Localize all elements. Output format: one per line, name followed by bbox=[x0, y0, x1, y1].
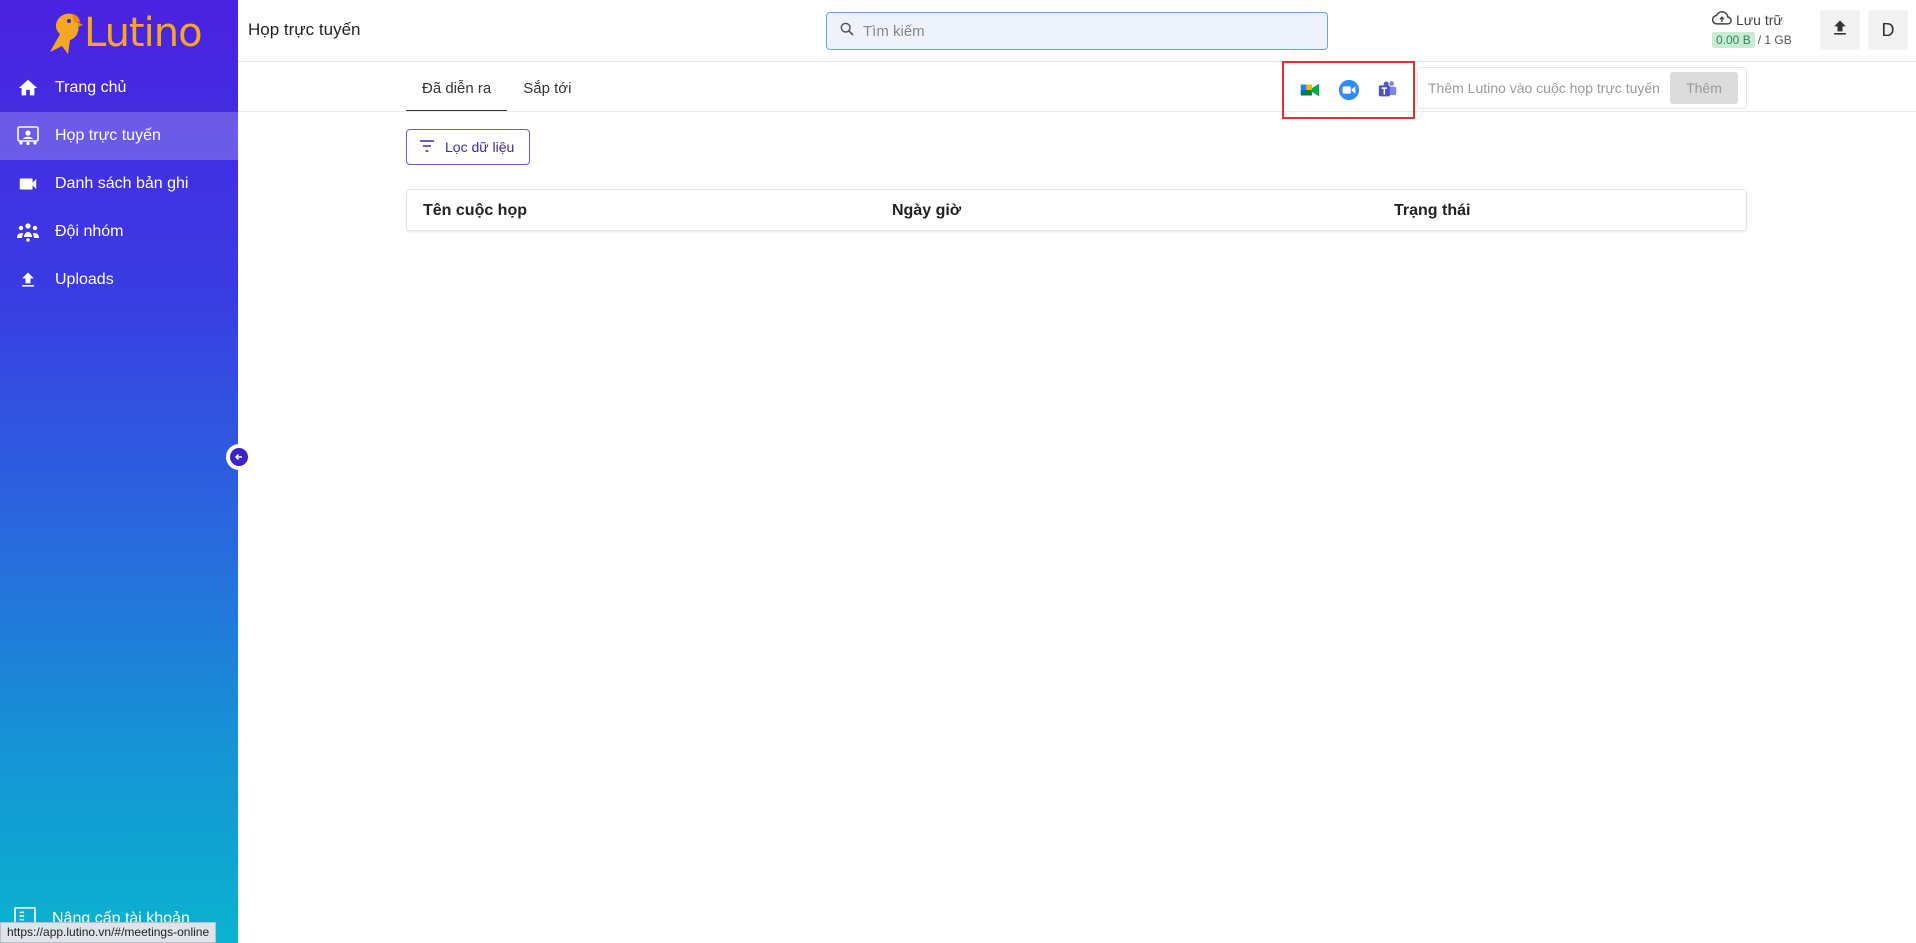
sidebar-item-home[interactable]: Trang chủ bbox=[0, 64, 238, 112]
storage-used: 0.00 B bbox=[1712, 32, 1755, 48]
search-box[interactable] bbox=[826, 12, 1328, 50]
zoom-icon[interactable] bbox=[1337, 78, 1361, 102]
tab-past[interactable]: Đã diễn ra bbox=[406, 64, 508, 112]
column-date-time[interactable]: Ngày giờ bbox=[892, 202, 961, 220]
sidebar-nav: Trang chủ Họp trực tuyến Danh sách bản g… bbox=[0, 64, 238, 304]
column-meeting-name[interactable]: Tên cuộc họp bbox=[423, 202, 527, 220]
search-icon bbox=[839, 21, 855, 42]
logo[interactable]: Lutino bbox=[42, 8, 203, 58]
tab-upcoming[interactable]: Sắp tới bbox=[507, 64, 587, 112]
cloud-upload-icon bbox=[1711, 10, 1732, 29]
video-camera-icon bbox=[16, 172, 40, 196]
meeting-icon bbox=[16, 124, 40, 148]
sidebar-item-recordings[interactable]: Danh sách bản ghi bbox=[0, 160, 238, 208]
microsoft-teams-icon[interactable] bbox=[1376, 78, 1400, 102]
collapse-sidebar-button[interactable] bbox=[226, 444, 252, 470]
sidebar-item-label: Danh sách bản ghi bbox=[55, 175, 189, 192]
upload-icon bbox=[16, 268, 40, 292]
sidebar-item-label: Họp trực tuyến bbox=[55, 127, 161, 144]
column-status[interactable]: Trạng thái bbox=[1394, 202, 1470, 220]
parrot-logo-icon bbox=[42, 10, 84, 56]
filter-icon bbox=[419, 139, 435, 156]
storage-label: Lưu trữ bbox=[1736, 11, 1783, 28]
add-bot-button[interactable]: Thêm bbox=[1670, 72, 1738, 104]
sidebar: Lutino Trang chủ Họp trực tuyến Danh sác… bbox=[0, 0, 238, 943]
upload-icon bbox=[1830, 18, 1850, 43]
page-title: Họp trực tuyến bbox=[248, 20, 361, 39]
sidebar-item-label: Đội nhóm bbox=[55, 223, 124, 240]
meeting-link-input[interactable] bbox=[1428, 80, 1664, 96]
sidebar-item-label: Trang chủ bbox=[55, 79, 127, 96]
google-meet-icon[interactable] bbox=[1298, 78, 1322, 102]
home-icon bbox=[16, 76, 40, 100]
arrow-left-icon bbox=[230, 448, 248, 466]
add-bot-form: Thêm bbox=[1417, 67, 1747, 109]
sidebar-item-online-meetings[interactable]: Họp trực tuyến bbox=[0, 112, 238, 160]
search-input[interactable] bbox=[863, 22, 1303, 40]
storage-total: / 1 GB bbox=[1757, 33, 1792, 47]
status-bar-url: https://app.lutino.vn/#/meetings-online bbox=[0, 922, 217, 943]
sidebar-item-label: Uploads bbox=[55, 271, 114, 288]
sidebar-item-teams[interactable]: Đội nhóm bbox=[0, 208, 238, 256]
sidebar-item-uploads[interactable]: Uploads bbox=[0, 256, 238, 304]
tabs-divider bbox=[238, 111, 1916, 112]
filter-label: Lọc dữ liệu bbox=[445, 139, 515, 155]
top-header: Họp trực tuyến Lưu trữ 0.00 B / 1 GB D bbox=[238, 0, 1916, 62]
group-icon bbox=[16, 220, 40, 244]
meeting-tabs: Đã diễn ra Sắp tới bbox=[406, 64, 587, 112]
filter-button[interactable]: Lọc dữ liệu bbox=[406, 129, 530, 165]
logo-text: Lutino bbox=[84, 10, 203, 56]
upload-button[interactable] bbox=[1820, 10, 1860, 50]
integration-icons bbox=[1282, 61, 1415, 119]
storage-info[interactable]: Lưu trữ 0.00 B / 1 GB bbox=[1711, 10, 1792, 48]
avatar[interactable]: D bbox=[1868, 10, 1908, 50]
meetings-table-header: Tên cuộc họp Ngày giờ Trạng thái bbox=[406, 189, 1747, 231]
